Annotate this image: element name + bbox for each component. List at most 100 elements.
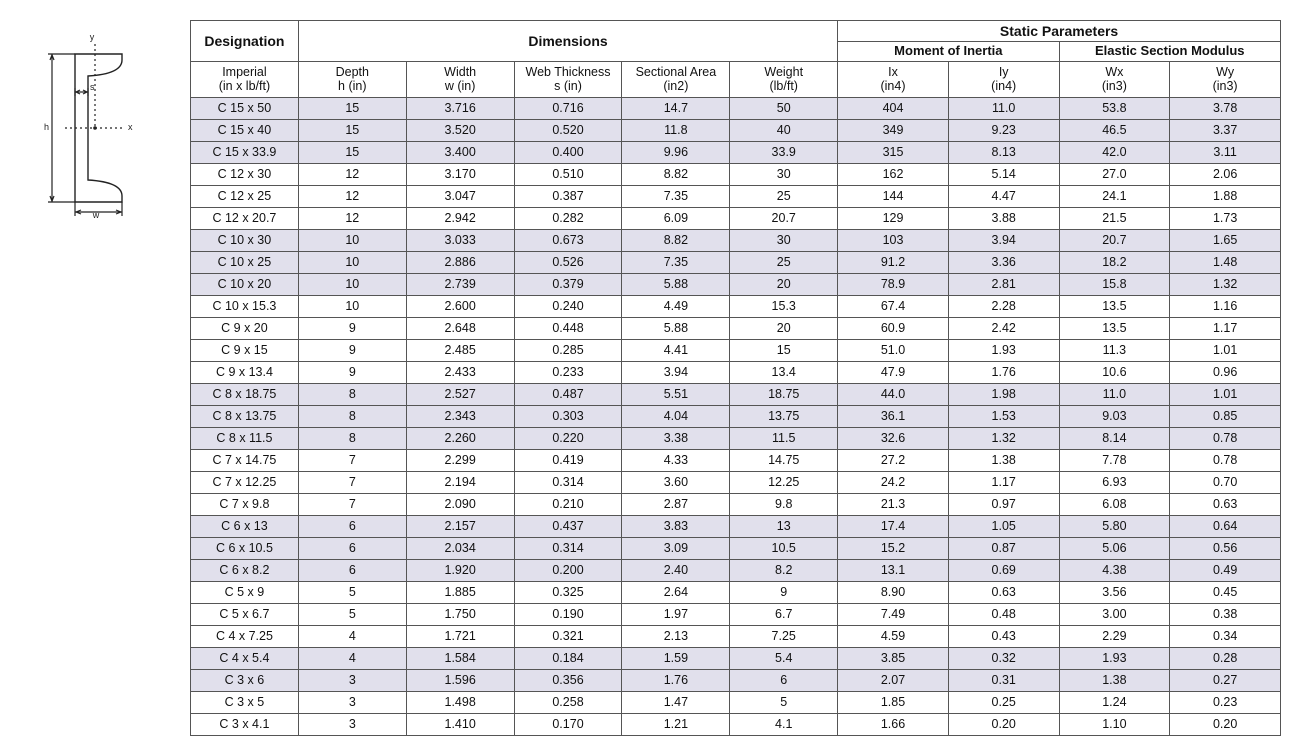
cell-s: 0.356 bbox=[514, 669, 622, 691]
cell-wt: 5 bbox=[730, 691, 838, 713]
cell-wx: 1.10 bbox=[1059, 713, 1170, 735]
cell-w: 2.090 bbox=[406, 493, 514, 515]
cell-h: 6 bbox=[298, 537, 406, 559]
cell-ix: 349 bbox=[838, 119, 949, 141]
cell-wt: 13 bbox=[730, 515, 838, 537]
cell-wx: 6.93 bbox=[1059, 471, 1170, 493]
cell-iy: 1.32 bbox=[948, 427, 1059, 449]
cell-a: 3.83 bbox=[622, 515, 730, 537]
col-weight: Weight(lb/ft) bbox=[730, 62, 838, 98]
cell-ix: 24.2 bbox=[838, 471, 949, 493]
cell-a: 2.64 bbox=[622, 581, 730, 603]
cell-h: 5 bbox=[298, 581, 406, 603]
cell-d: C 4 x 5.4 bbox=[191, 647, 299, 669]
cell-iy: 2.81 bbox=[948, 273, 1059, 295]
cell-d: C 6 x 10.5 bbox=[191, 537, 299, 559]
cell-s: 0.487 bbox=[514, 383, 622, 405]
cell-wx: 8.14 bbox=[1059, 427, 1170, 449]
table-row: C 3 x 4.131.4100.1701.214.11.660.201.100… bbox=[191, 713, 1281, 735]
cell-d: C 10 x 30 bbox=[191, 229, 299, 251]
cell-wt: 13.4 bbox=[730, 361, 838, 383]
table-row: C 9 x 2092.6480.4485.882060.92.4213.51.1… bbox=[191, 317, 1281, 339]
cell-wx: 11.3 bbox=[1059, 339, 1170, 361]
cell-iy: 0.48 bbox=[948, 603, 1059, 625]
cell-s: 0.673 bbox=[514, 229, 622, 251]
cell-h: 12 bbox=[298, 163, 406, 185]
cell-iy: 5.14 bbox=[948, 163, 1059, 185]
table-row: C 8 x 13.7582.3430.3034.0413.7536.11.539… bbox=[191, 405, 1281, 427]
cell-d: C 15 x 40 bbox=[191, 119, 299, 141]
cell-d: C 10 x 15.3 bbox=[191, 295, 299, 317]
cell-wt: 25 bbox=[730, 251, 838, 273]
cell-wt: 14.75 bbox=[730, 449, 838, 471]
cell-wy: 1.01 bbox=[1170, 339, 1281, 361]
cell-a: 7.35 bbox=[622, 251, 730, 273]
cell-wt: 6.7 bbox=[730, 603, 838, 625]
cell-s: 0.285 bbox=[514, 339, 622, 361]
cell-d: C 8 x 11.5 bbox=[191, 427, 299, 449]
cell-iy: 11.0 bbox=[948, 97, 1059, 119]
cell-iy: 1.17 bbox=[948, 471, 1059, 493]
cell-wx: 46.5 bbox=[1059, 119, 1170, 141]
cell-wx: 1.24 bbox=[1059, 691, 1170, 713]
table-row: C 12 x 30123.1700.5108.82301625.1427.02.… bbox=[191, 163, 1281, 185]
cell-wy: 1.73 bbox=[1170, 207, 1281, 229]
cell-a: 3.94 bbox=[622, 361, 730, 383]
cell-wy: 0.28 bbox=[1170, 647, 1281, 669]
cell-h: 12 bbox=[298, 207, 406, 229]
col-ix: Ix(in4) bbox=[838, 62, 949, 98]
cell-ix: 32.6 bbox=[838, 427, 949, 449]
cell-w: 1.584 bbox=[406, 647, 514, 669]
cell-a: 8.82 bbox=[622, 163, 730, 185]
cell-wt: 50 bbox=[730, 97, 838, 119]
cell-iy: 2.42 bbox=[948, 317, 1059, 339]
cell-wx: 53.8 bbox=[1059, 97, 1170, 119]
cell-s: 0.233 bbox=[514, 361, 622, 383]
cell-wy: 0.20 bbox=[1170, 713, 1281, 735]
cell-wx: 5.80 bbox=[1059, 515, 1170, 537]
cell-iy: 0.20 bbox=[948, 713, 1059, 735]
cell-h: 15 bbox=[298, 97, 406, 119]
cell-w: 1.498 bbox=[406, 691, 514, 713]
cell-a: 14.7 bbox=[622, 97, 730, 119]
cell-h: 5 bbox=[298, 603, 406, 625]
cell-h: 8 bbox=[298, 383, 406, 405]
table-row: C 10 x 30103.0330.6738.82301033.9420.71.… bbox=[191, 229, 1281, 251]
cell-h: 9 bbox=[298, 361, 406, 383]
cell-s: 0.282 bbox=[514, 207, 622, 229]
cell-ix: 17.4 bbox=[838, 515, 949, 537]
hdr-elastic: Elastic Section Modulus bbox=[1059, 42, 1280, 62]
cell-a: 2.13 bbox=[622, 625, 730, 647]
cell-d: C 3 x 5 bbox=[191, 691, 299, 713]
cell-wy: 1.17 bbox=[1170, 317, 1281, 339]
cell-w: 1.596 bbox=[406, 669, 514, 691]
cell-d: C 6 x 13 bbox=[191, 515, 299, 537]
cell-s: 0.379 bbox=[514, 273, 622, 295]
cell-ix: 103 bbox=[838, 229, 949, 251]
cell-wx: 13.5 bbox=[1059, 295, 1170, 317]
cell-s: 0.387 bbox=[514, 185, 622, 207]
cell-wx: 9.03 bbox=[1059, 405, 1170, 427]
cell-ix: 7.49 bbox=[838, 603, 949, 625]
table-row: C 15 x 40153.5200.52011.8403499.2346.53.… bbox=[191, 119, 1281, 141]
cell-iy: 0.63 bbox=[948, 581, 1059, 603]
col-wy: Wy(in3) bbox=[1170, 62, 1281, 98]
cell-d: C 8 x 18.75 bbox=[191, 383, 299, 405]
table-row: C 6 x 1362.1570.4373.831317.41.055.800.6… bbox=[191, 515, 1281, 537]
cell-wy: 0.27 bbox=[1170, 669, 1281, 691]
cell-a: 1.21 bbox=[622, 713, 730, 735]
cell-wx: 27.0 bbox=[1059, 163, 1170, 185]
cell-w: 2.527 bbox=[406, 383, 514, 405]
cell-a: 7.35 bbox=[622, 185, 730, 207]
table-row: C 7 x 14.7572.2990.4194.3314.7527.21.387… bbox=[191, 449, 1281, 471]
cell-a: 4.41 bbox=[622, 339, 730, 361]
cell-d: C 10 x 25 bbox=[191, 251, 299, 273]
table-row: C 9 x 1592.4850.2854.411551.01.9311.31.0… bbox=[191, 339, 1281, 361]
cell-ix: 27.2 bbox=[838, 449, 949, 471]
channel-section-diagram: y x s h w bbox=[30, 20, 160, 220]
col-iy: Iy(in4) bbox=[948, 62, 1059, 98]
cell-wy: 0.23 bbox=[1170, 691, 1281, 713]
cell-d: C 9 x 15 bbox=[191, 339, 299, 361]
table-row: C 4 x 7.2541.7210.3212.137.254.590.432.2… bbox=[191, 625, 1281, 647]
cell-s: 0.520 bbox=[514, 119, 622, 141]
